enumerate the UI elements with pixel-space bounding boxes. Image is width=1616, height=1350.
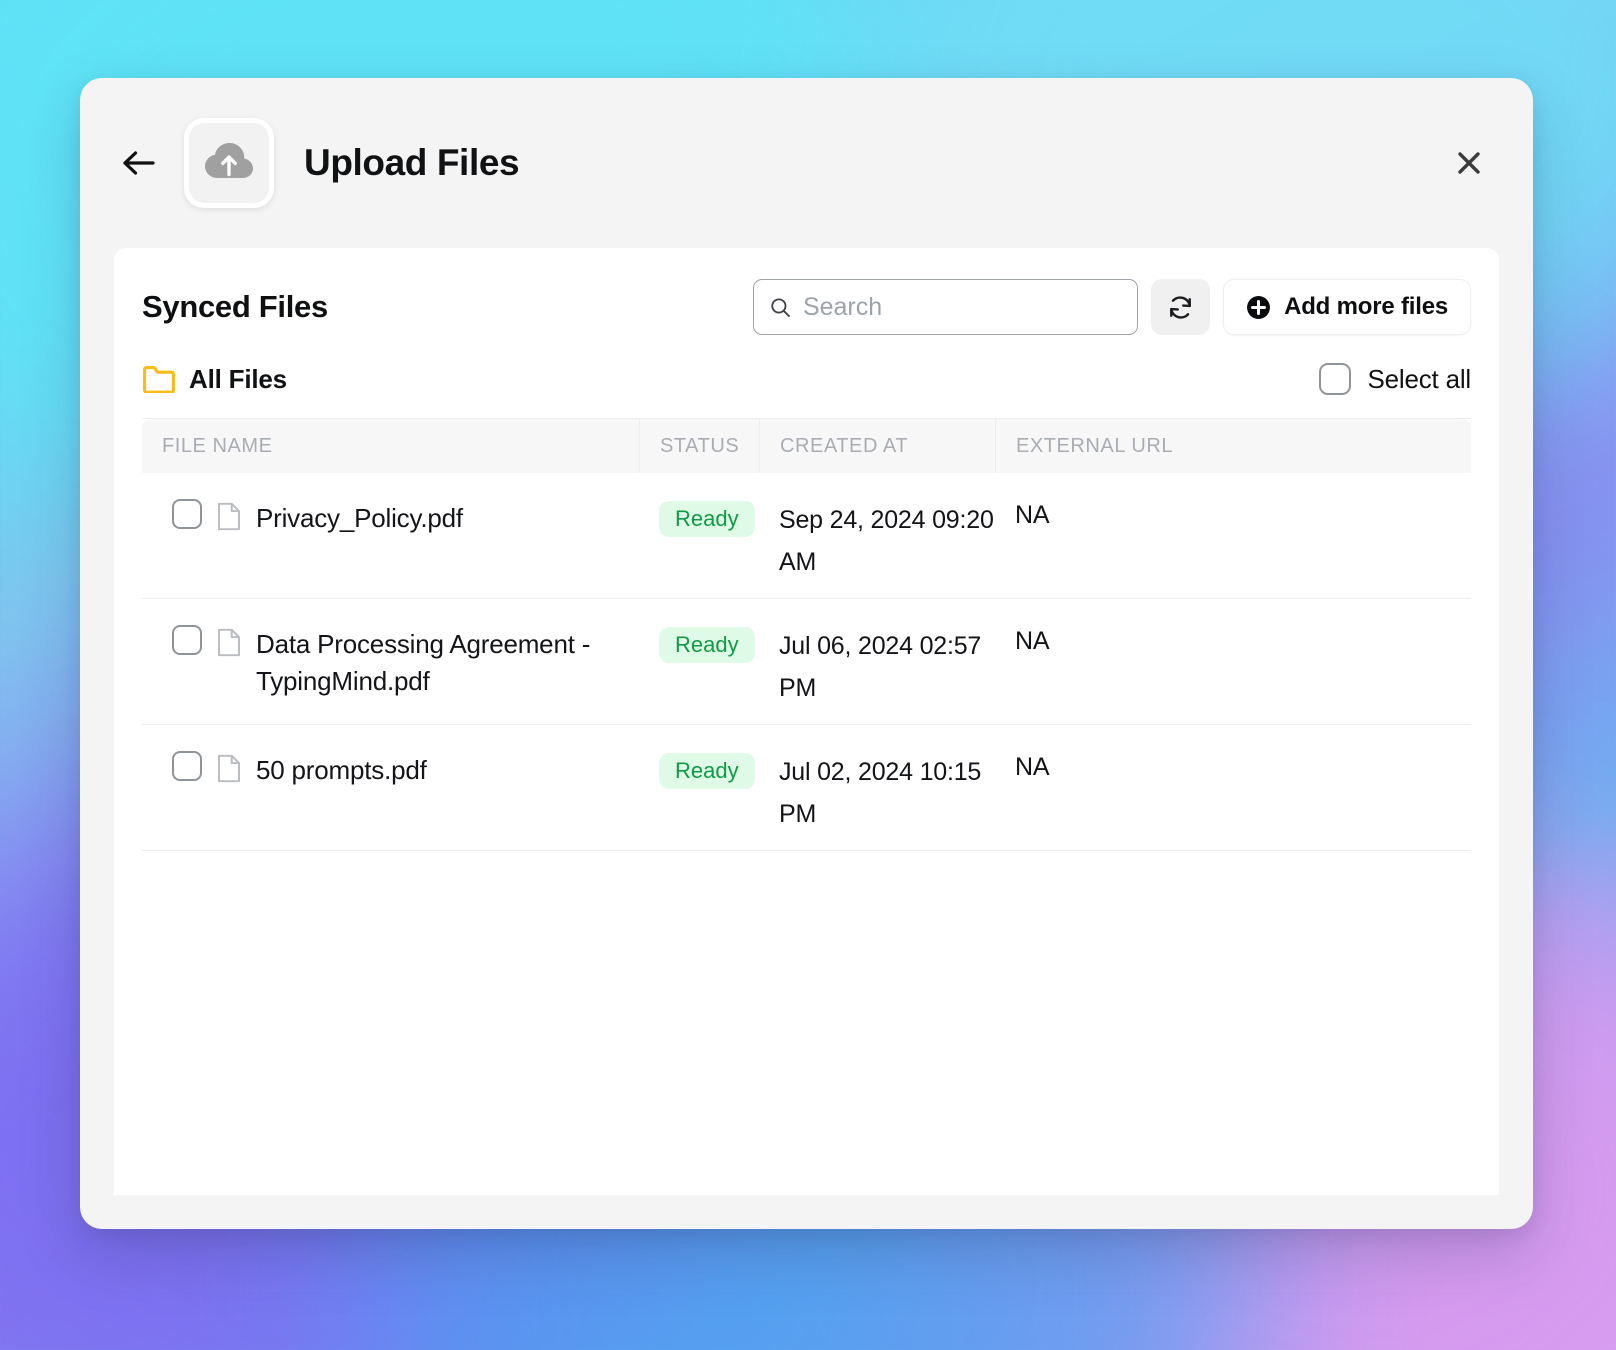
status-badge: Ready [659,501,755,537]
synced-files-panel: Synced Files Search Add more files All F… [114,248,1499,1195]
row-checkbox[interactable] [172,625,202,655]
table-row[interactable]: Privacy_Policy.pdf Ready Sep 24, 2024 09… [142,473,1471,599]
search-input[interactable] [802,292,1122,322]
select-all-control[interactable]: Select all [1318,363,1472,395]
cell-external-url: NA [995,625,1471,656]
refresh-icon [1170,295,1192,319]
refresh-button[interactable] [1151,279,1211,335]
cell-created-at: Jul 02, 2024 10:15 PM [759,751,995,835]
table-row[interactable]: Data Processing Agreement - TypingMind.p… [142,599,1471,725]
folder-icon [143,366,175,393]
column-header-external-url: EXTERNAL URL [995,419,1471,473]
cell-external-url: NA [995,499,1471,530]
select-all-label: Select all [1367,363,1472,394]
files-table-wrap: FILE NAME STATUS CREATED AT EXTERNAL URL… [114,418,1499,1195]
add-more-files-label: Add more files [1284,293,1448,320]
arrow-left-icon [123,151,155,175]
toolbar-actions: Add more files [753,279,1471,335]
add-more-files-button[interactable]: Add more files [1223,279,1471,335]
file-name-text: Privacy_Policy.pdf [256,503,463,533]
file-name-text: 50 prompts.pdf [256,755,427,785]
status-badge: Ready [659,627,755,663]
cell-created-at: Sep 24, 2024 09:20 AM [759,499,995,583]
plus-circle-icon [1247,295,1271,319]
close-icon [1458,152,1480,174]
row-checkbox[interactable] [172,751,202,781]
cell-status: Ready [639,751,759,789]
page-title: Upload Files [304,142,520,183]
upload-files-modal: Upload Files Synced Files Search Add mor… [80,78,1533,1229]
document-icon [218,754,240,783]
filter-row: All Files Select all [114,336,1499,404]
cell-created-at: Jul 06, 2024 02:57 PM [759,625,995,709]
cell-file-name: Privacy_Policy.pdf [142,499,639,537]
status-badge: Ready [659,753,755,789]
created-at-text: Jul 06, 2024 02:57 PM [779,632,982,702]
cell-file-name: Data Processing Agreement - TypingMind.p… [142,625,639,700]
document-icon [218,628,240,657]
external-url-text: NA [1015,753,1050,781]
close-button[interactable] [1447,141,1491,185]
column-header-created-at: CREATED AT [759,419,995,473]
back-button[interactable] [116,140,162,186]
search-icon [771,297,791,317]
cell-file-name: 50 prompts.pdf [142,751,639,789]
document-icon [218,502,240,531]
panel-toolbar: Synced Files Search Add more files [114,248,1499,336]
table-empty-area [142,851,1471,1195]
table-header-row: FILE NAME STATUS CREATED AT EXTERNAL URL [142,419,1471,473]
select-all-checkbox[interactable] [1318,363,1351,395]
row-checkbox[interactable] [172,499,202,529]
file-name-text: Data Processing Agreement - TypingMind.p… [256,629,591,696]
cell-status: Ready [639,499,759,537]
cloud-upload-icon [205,143,253,178]
modal-header: Upload Files [80,78,1533,248]
cell-external-url: NA [995,751,1471,782]
created-at-text: Sep 24, 2024 09:20 AM [779,506,994,576]
created-at-text: Jul 02, 2024 10:15 PM [779,758,982,828]
app-icon-badge [184,118,274,208]
panel-title: Synced Files [142,289,328,324]
external-url-text: NA [1015,627,1050,655]
files-table: FILE NAME STATUS CREATED AT EXTERNAL URL… [142,418,1471,1195]
cell-status: Ready [639,625,759,663]
table-row[interactable]: 50 prompts.pdf Ready Jul 02, 2024 10:15 … [142,725,1471,851]
search-box[interactable] [753,279,1139,335]
external-url-text: NA [1015,501,1050,529]
all-files-filter[interactable]: All Files [142,364,287,395]
column-header-file-name: FILE NAME [162,434,273,457]
all-files-label: All Files [189,363,287,394]
column-header-status: STATUS [639,419,759,473]
